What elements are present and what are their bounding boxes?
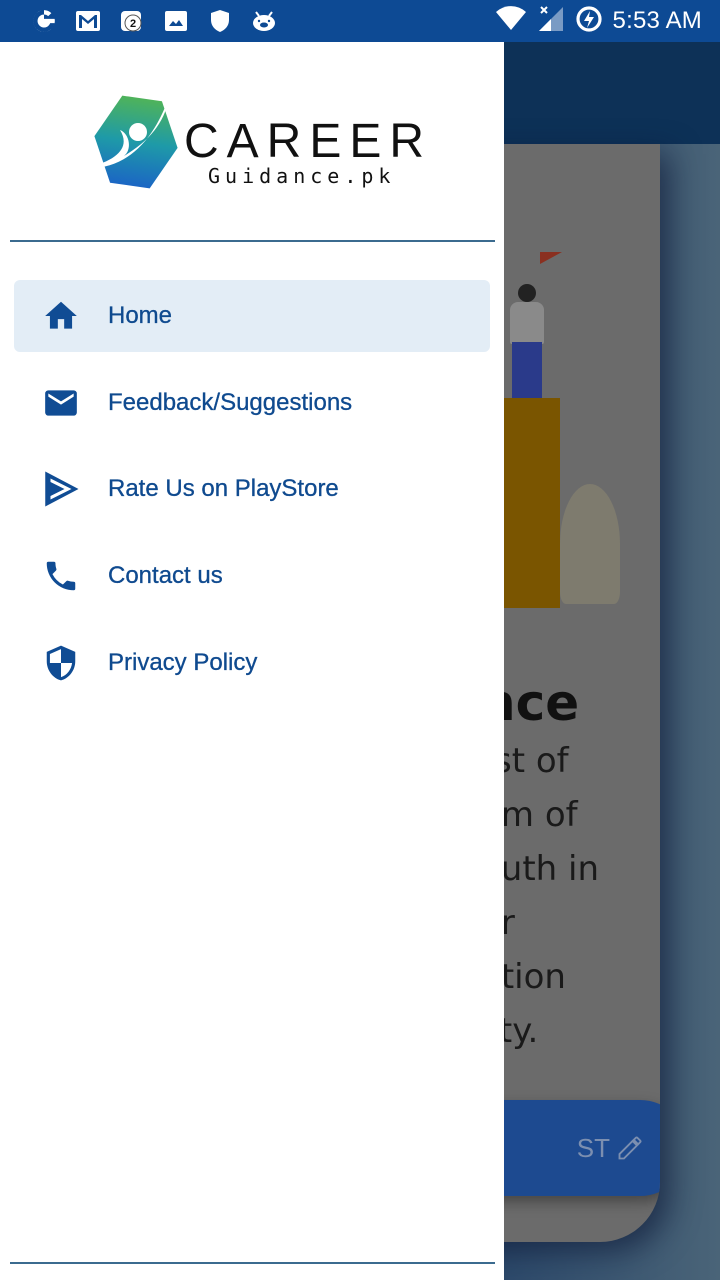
plant-illustration bbox=[560, 484, 620, 604]
drawer-menu: Home Feedback/Suggestions Rate Us on Pla… bbox=[14, 280, 490, 713]
app-logo: CAREER Guidance.pk bbox=[86, 92, 426, 196]
logo-hexagon-icon bbox=[86, 94, 178, 189]
gallery-icon bbox=[154, 0, 198, 42]
wifi-icon bbox=[495, 5, 527, 37]
menu-item-contact[interactable]: Contact us bbox=[14, 540, 490, 612]
navigation-drawer: CAREER Guidance.pk Home Feedback/Suggest… bbox=[0, 42, 504, 1280]
playstore-icon bbox=[14, 468, 108, 510]
person-illustration-body bbox=[510, 302, 544, 344]
header-divider bbox=[10, 240, 495, 242]
logo-subtitle: Guidance.pk bbox=[208, 164, 396, 188]
system-icons: 5:53 AM bbox=[495, 5, 720, 38]
badge-count: 2 bbox=[130, 18, 136, 30]
person-illustration-head bbox=[518, 284, 536, 302]
start-test-label: ST bbox=[576, 1132, 610, 1163]
screen: 2 5:53 AM nce of em of outh in ation lit… bbox=[0, 0, 720, 1280]
footer-divider bbox=[10, 1262, 495, 1264]
status-bar: 2 5:53 AM bbox=[0, 0, 720, 42]
pig-app-icon bbox=[242, 0, 286, 42]
gmail-icon bbox=[66, 0, 110, 42]
home-icon bbox=[14, 297, 108, 335]
menu-item-label: Contact us bbox=[108, 562, 223, 590]
menu-item-privacy[interactable]: Privacy Policy bbox=[14, 627, 490, 699]
menu-item-label: Privacy Policy bbox=[108, 648, 258, 676]
mail-icon bbox=[14, 384, 108, 422]
flag-illustration bbox=[540, 252, 562, 264]
menu-item-rate-us[interactable]: Rate Us on PlayStore bbox=[14, 453, 490, 525]
logo-title: CAREER bbox=[184, 115, 433, 168]
menu-item-label: Rate Us on PlayStore bbox=[108, 475, 339, 503]
battery-charging-icon bbox=[575, 5, 603, 38]
clock: 5:53 AM bbox=[612, 7, 702, 34]
menu-item-label: Feedback/Suggestions bbox=[108, 388, 353, 416]
notification-icons: 2 bbox=[0, 0, 286, 42]
menu-item-home[interactable]: Home bbox=[14, 280, 490, 352]
pillar-illustration bbox=[504, 398, 560, 608]
menu-item-feedback[interactable]: Feedback/Suggestions bbox=[14, 367, 490, 439]
phone-icon bbox=[14, 557, 108, 595]
shield-icon bbox=[14, 644, 108, 682]
google-icon bbox=[22, 0, 66, 42]
pencil-icon bbox=[618, 1136, 642, 1160]
person-illustration-legs bbox=[512, 342, 542, 398]
badge-app-icon: 2 bbox=[110, 0, 154, 42]
no-signal-icon bbox=[537, 5, 565, 38]
menu-item-label: Home bbox=[108, 302, 173, 329]
shield-icon bbox=[198, 0, 242, 42]
